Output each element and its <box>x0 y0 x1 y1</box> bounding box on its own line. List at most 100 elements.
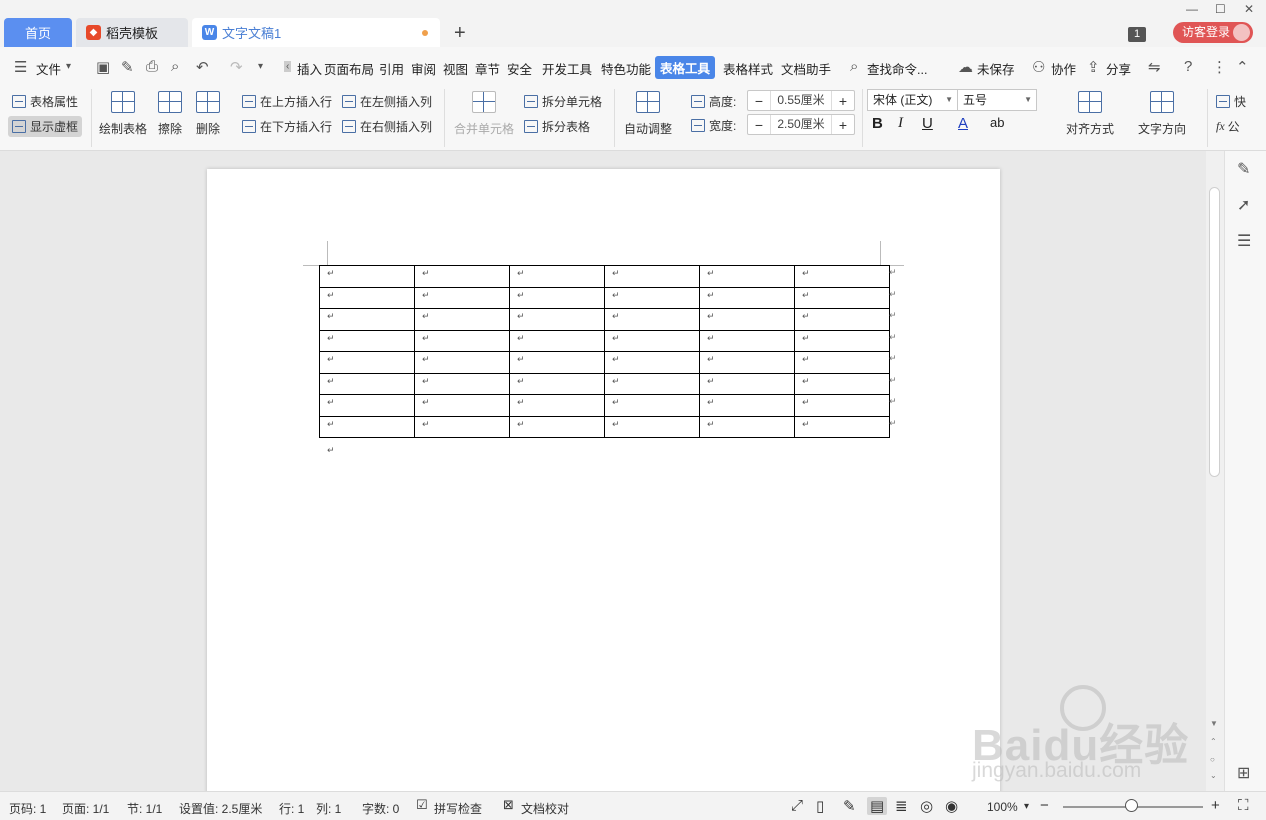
table-cell[interactable]: ↵ <box>604 329 700 352</box>
table-cell[interactable]: ↵ <box>319 308 415 331</box>
decrease-width-button[interactable]: − <box>748 117 770 133</box>
status-col[interactable]: 列: 1 <box>316 800 341 817</box>
tab-template[interactable]: ◆ 稻壳模板 <box>76 18 188 47</box>
status-section[interactable]: 节: 1/1 <box>127 800 162 817</box>
merge-cells-button[interactable]: 合并单元格 <box>454 91 514 137</box>
print-preview-icon[interactable]: ⌕ <box>171 58 179 75</box>
table-cell[interactable]: ↵ <box>699 394 795 417</box>
menu-file[interactable]: 文件 <box>36 59 61 78</box>
table-cell[interactable]: ↵ <box>319 394 415 417</box>
tab-document[interactable]: W 文字文稿1 <box>192 18 440 47</box>
collapse-ribbon-icon[interactable]: ⌃ <box>1236 58 1249 76</box>
menu-doc-assistant[interactable]: 文档助手 <box>781 59 831 78</box>
zoom-level[interactable]: 100% <box>987 800 1018 814</box>
table-cell[interactable]: ↵ <box>414 415 510 438</box>
document-page[interactable]: ↵ ↵ ↵ ↵ ↵ ↵ ↵ ↵ ↵ ↵ ↵ ↵ ↵ ↵ ↵ ↵ ↵ ↵ ↵ ↵ ↵ ↵ ↵ ↵ ↵ ↵ ↵ ↵ ↵ ↵ ↵ ↵ ↵ ↵ ↵ ↵ ↵ ↵ ↵ ↵… <box>207 169 1000 791</box>
zoom-in-icon[interactable]: + <box>1211 797 1220 814</box>
underline-icon[interactable]: U <box>922 115 933 132</box>
table-cell[interactable]: ↵ <box>414 286 510 309</box>
menu-insert[interactable]: 插入 <box>297 59 322 78</box>
undo-icon[interactable]: ↶ <box>196 58 209 76</box>
vertical-scrollbar[interactable]: ▼ ⌃ ○ ⌄ <box>1206 151 1224 791</box>
close-button[interactable]: ✕ <box>1244 2 1254 16</box>
table-cell[interactable]: ↵ <box>794 394 890 417</box>
web-view-icon[interactable]: ◎ <box>920 797 933 815</box>
table-cell[interactable]: ↵ <box>699 415 795 438</box>
table-cell[interactable]: ↵ <box>319 286 415 309</box>
table-cell[interactable]: ↵ <box>604 415 700 438</box>
insert-row-below-button[interactable]: 在下方插入行 <box>242 118 332 135</box>
more-icon[interactable]: ⋮ <box>1212 58 1227 76</box>
insert-row-above-button[interactable]: 在上方插入行 <box>242 93 332 110</box>
text-direction-button[interactable]: 文字方向 <box>1138 91 1186 137</box>
tab-home[interactable]: 首页 <box>4 18 72 47</box>
table-cell[interactable]: ↵ <box>794 415 890 438</box>
write-mode-icon[interactable]: ✎ <box>843 797 856 815</box>
search-icon[interactable]: ⌕ <box>850 58 858 75</box>
menu-references[interactable]: 引用 <box>379 59 404 78</box>
table-cell[interactable]: ↵ <box>509 308 605 331</box>
font-name-select[interactable]: 宋体 (正文) ▼ <box>867 89 958 111</box>
menu-view[interactable]: 视图 <box>443 59 468 78</box>
save-icon[interactable]: ▣ <box>96 58 110 76</box>
table-cell[interactable]: ↵ <box>509 351 605 374</box>
table-cell[interactable]: ↵ <box>509 329 605 352</box>
col-width-value[interactable]: 2.50厘米 <box>770 115 832 134</box>
split-cells-button[interactable]: 拆分单元格 <box>524 93 602 110</box>
insert-col-right-button[interactable]: 在右侧插入列 <box>342 118 432 135</box>
table-cell[interactable]: ↵ <box>699 286 795 309</box>
zoom-out-icon[interactable]: − <box>1040 797 1049 814</box>
show-gridlines-toggle[interactable]: 显示虚框 <box>8 116 83 137</box>
prev-page-icon[interactable]: ⌃ <box>1210 737 1217 746</box>
split-table-button[interactable]: 拆分表格 <box>524 118 590 135</box>
quick-calc-button[interactable]: 快 <box>1216 93 1246 110</box>
increase-width-button[interactable]: + <box>832 117 854 133</box>
row-height-stepper[interactable]: − 0.55厘米 + <box>747 90 855 111</box>
table-cell[interactable]: ↵ <box>604 265 700 288</box>
italic-icon[interactable]: I <box>898 115 903 132</box>
next-page-icon[interactable]: ⌄ <box>1210 771 1217 780</box>
table-cell[interactable]: ↵ <box>509 372 605 395</box>
toolbar-settings-icon[interactable]: ⇋ <box>1148 58 1161 76</box>
command-search[interactable]: 查找命令... <box>867 59 927 78</box>
decrease-height-button[interactable]: − <box>748 93 770 109</box>
status-page-number[interactable]: 页码: 1 <box>9 800 46 817</box>
menu-security[interactable]: 安全 <box>507 59 532 78</box>
table-cell[interactable]: ↵ <box>509 415 605 438</box>
document-table[interactable]: ↵ ↵ ↵ ↵ ↵ ↵ ↵ ↵ ↵ ↵ ↵ ↵ ↵ ↵ ↵ ↵ ↵ ↵ ↵ ↵ ↵ ↵ ↵ ↵ ↵ ↵ ↵ ↵ ↵ ↵ ↵ ↵ ↵ ↵ ↵ ↵ ↵ ↵ ↵ ↵… <box>319 265 890 438</box>
table-cell[interactable]: ↵ <box>509 286 605 309</box>
status-pages[interactable]: 页面: 1/1 <box>62 800 109 817</box>
table-cell[interactable]: ↵ <box>794 329 890 352</box>
table-cell[interactable]: ↵ <box>699 372 795 395</box>
quick-access-more-icon[interactable]: ▾ <box>258 61 263 72</box>
table-cell[interactable]: ↵ <box>604 372 700 395</box>
hamburger-icon[interactable]: ☰ <box>14 58 27 76</box>
auto-fit-button[interactable]: 自动调整 <box>624 91 672 137</box>
new-tab-button[interactable]: + <box>454 22 466 45</box>
table-cell[interactable]: ↵ <box>414 265 510 288</box>
table-cell[interactable]: ↵ <box>794 265 890 288</box>
delete-button[interactable]: 删除 <box>196 91 220 137</box>
zoom-slider-handle[interactable] <box>1125 799 1138 812</box>
table-cell[interactable]: ↵ <box>794 308 890 331</box>
status-word-count[interactable]: 字数: 0 <box>362 800 399 817</box>
chevron-down-icon[interactable]: ▾ <box>66 61 71 72</box>
align-button[interactable]: 对齐方式 <box>1066 91 1114 137</box>
table-cell[interactable]: ↵ <box>319 372 415 395</box>
table-cell[interactable]: ↵ <box>509 265 605 288</box>
table-cell[interactable]: ↵ <box>414 329 510 352</box>
minimize-button[interactable]: — <box>1186 2 1198 16</box>
select-cursor-icon[interactable]: ➚ <box>1237 195 1250 215</box>
menu-table-style[interactable]: 表格样式 <box>723 59 773 78</box>
redo-icon[interactable]: ↷ <box>230 58 243 76</box>
table-properties-button[interactable]: 表格属性 <box>12 93 78 110</box>
increase-height-button[interactable]: + <box>832 93 854 109</box>
guest-login-button[interactable]: 访客登录 <box>1173 22 1253 43</box>
print-icon[interactable]: ⎙ <box>146 58 158 75</box>
table-cell[interactable]: ↵ <box>604 286 700 309</box>
collab-button[interactable]: 协作 <box>1051 59 1076 78</box>
fullscreen-icon[interactable]: ⤢ <box>791 797 803 814</box>
outline-view-icon[interactable]: ≣ <box>895 797 908 815</box>
maximize-button[interactable]: ☐ <box>1215 2 1226 16</box>
table-cell[interactable]: ↵ <box>794 372 890 395</box>
